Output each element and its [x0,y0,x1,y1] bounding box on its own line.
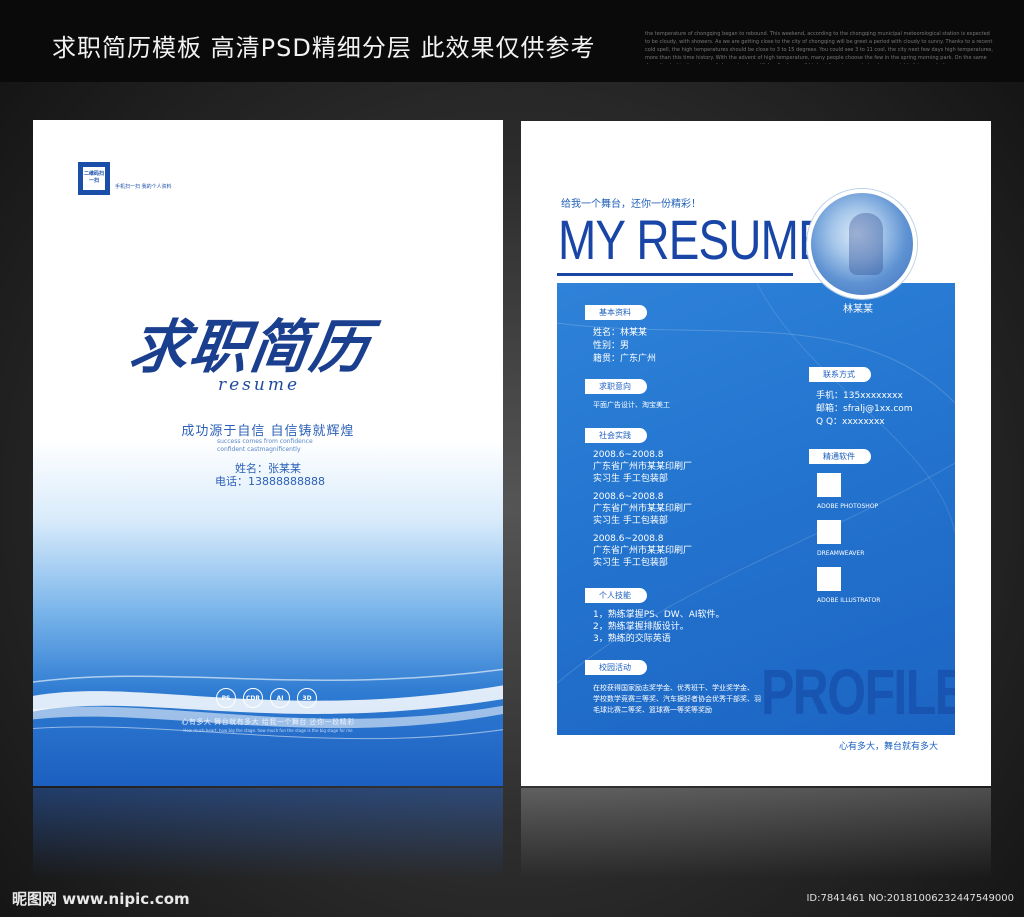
banner-small-text: the temperature of chongqing began to re… [645,31,993,64]
contact-line: Q Q：xxxxxxxx [816,417,885,427]
ps-icon: PS [216,688,236,708]
campus-line: 毛球比赛二等奖、篮球赛一等奖等奖励 [593,706,712,714]
dreamweaver-logo-placeholder [817,520,841,544]
contact-line: 手机：135xxxxxxxx [816,391,903,401]
experience-date: 2008.6~2008.8 [593,534,664,544]
section-campus-heading: 校园活动 [585,660,647,675]
contact-line: 邮箱：sfralj@1xx.com [816,404,913,414]
skill-line: 1，熟练掌握PS、DW、AI软件。 [593,610,725,620]
cover-title: 求职简历 [125,313,376,381]
experience-date: 2008.6~2008.8 [593,492,664,502]
basic-info-line: 姓名：林某某 [593,328,648,338]
experience-role: 实习生 手工包装部 [593,474,668,484]
qr-code-icon: 二维码扫一扫 [78,162,110,195]
resume-name: 林某某 [843,304,873,315]
campus-line: 学校数学竞赛三等奖、汽车据好者协会优秀干部奖、羽 [593,695,761,703]
skill-line: 2，熟练掌握排版设计。 [593,622,689,632]
experience-company: 广东省广州市某某印刷厂 [593,546,693,556]
resume-bottom-slogan: 心有多大，舞台就有多大 [839,742,939,752]
software-icons: PS CDR AI 3D [216,688,322,710]
skill-line: 3，熟练的交际英语 [593,634,671,644]
experience-company: 广东省广州市某某印刷厂 [593,504,693,514]
job-intent-line: 平面广告设计、淘宝美工 [593,401,670,409]
resume-title: MY RESUME [558,208,829,271]
basic-info-line: 籍贯：广东广州 [593,354,657,364]
experience-date: 2008.6~2008.8 [593,450,664,460]
cover-title-en: resume [218,375,301,395]
cover-bottom-slogan-en: How much heart, how big the stage. how m… [183,728,353,733]
software-label: DREAMWEAVER [817,550,865,557]
experience-role: 实习生 手工包装部 [593,516,668,526]
3d-icon: 3D [297,688,317,708]
experience-role: 实习生 手工包装部 [593,558,668,568]
campus-line: 在校获得国家励志奖学金、优秀班干、学业奖学金、 [593,684,754,692]
cover-slogan-en-line: success comes from confidence [217,438,313,445]
image-id: ID:7841461 NO:20181006232447549000 [806,893,1014,904]
ai-icon: AI [270,688,290,708]
cover-slogan-en: success comes from confidence confident … [217,438,337,454]
experience-company: 广东省广州市某某印刷厂 [593,462,693,472]
resume-blue-panel: PROFILE 基本资料 姓名：林某某 性别：男 籍贯：广东广州 求职意向 平面… [557,283,955,735]
light-wave-decoration [33,668,503,740]
cdr-icon: CDR [243,688,263,708]
software-label: ADOBE PHOTOSHOP [817,503,879,510]
qr-code-label: 二维码扫一扫 [83,167,105,190]
profile-watermark: PROFILE [761,656,955,728]
nipic-logo: 昵图网 www.nipic.com [12,890,190,908]
section-experience-heading: 社会实践 [585,428,647,443]
section-software-heading: 精通软件 [809,449,871,464]
illustrator-logo-placeholder [817,567,841,591]
section-contact-heading: 联系方式 [809,367,871,382]
basic-info-line: 性别：男 [593,341,630,351]
resume-cover-page: 二维码扫一扫 手机扫一扫 我的个人资料 求职简历 resume 成功源于自信 自… [33,120,503,786]
profile-photo [807,189,917,299]
cover-phone: 电话：13888888888 [215,475,325,488]
cover-reflection [33,788,503,878]
top-banner: 求职简历模板 高清PSD精细分层 此效果仅供参考 the temperature… [0,0,1024,82]
title-underline [557,273,793,276]
section-skills-heading: 个人技能 [585,588,647,603]
resume-reflection [521,788,991,878]
software-label: ADOBE ILLUSTRATOR [817,597,881,604]
resume-content-page: 给我一个舞台，还你一份精彩！ MY RESUME PROFILE 基本资料 姓名… [521,121,991,786]
section-basic-info-heading: 基本资料 [585,305,647,320]
cover-slogan: 成功源于自信 自信铸就辉煌 [181,424,355,439]
cover-bottom-slogan: 心有多大 舞台就有多大 给我一个舞台 还你一段精彩 [181,718,355,726]
photo-person-figure [849,213,883,275]
qr-caption: 手机扫一扫 我的个人资料 [115,184,172,190]
cover-slogan-en-line: confident castmagnificently [217,446,301,453]
photoshop-logo-placeholder [817,473,841,497]
section-job-intent-heading: 求职意向 [585,379,647,394]
banner-title: 求职简历模板 高清PSD精细分层 此效果仅供参考 [52,34,596,62]
